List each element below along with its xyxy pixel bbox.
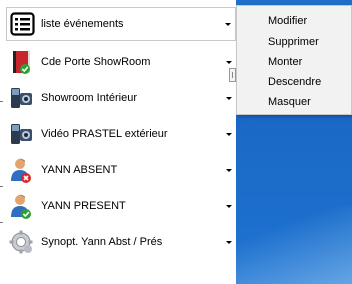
shortcut-list: liste événements Cde Porte ShowRoom Show… bbox=[0, 0, 236, 284]
chevron-down-icon[interactable] bbox=[226, 97, 232, 100]
list-tick bbox=[0, 222, 3, 223]
list-tick bbox=[0, 101, 3, 102]
chevron-down-icon[interactable] bbox=[226, 241, 232, 244]
camera-icon bbox=[9, 85, 35, 111]
chevron-down-icon[interactable] bbox=[226, 133, 232, 136]
camera-icon bbox=[9, 121, 35, 147]
menu-item-hide[interactable]: Masquer bbox=[268, 96, 311, 108]
door-icon bbox=[9, 49, 35, 75]
list-item-user-present[interactable]: YANN PRESENT bbox=[6, 189, 236, 223]
chevron-down-icon[interactable] bbox=[225, 23, 231, 26]
menu-item-modify[interactable]: Modifier bbox=[268, 15, 307, 27]
list-item-label: Synopt. Yann Abst / Prés bbox=[41, 236, 163, 248]
list-item-label: YANN PRESENT bbox=[41, 200, 126, 212]
list-item-label: YANN ABSENT bbox=[41, 164, 118, 176]
list-tick bbox=[0, 186, 3, 187]
list-item-label: Cde Porte ShowRoom bbox=[41, 56, 151, 68]
list-item-video-camera[interactable]: Vidéo PRASTEL extérieur bbox=[6, 117, 236, 151]
chevron-down-icon[interactable] bbox=[226, 205, 232, 208]
gear-icon bbox=[9, 229, 35, 255]
list-item-user-absent[interactable]: YANN ABSENT bbox=[6, 153, 236, 187]
desktop-glow bbox=[236, 205, 352, 284]
list-item-door[interactable]: Cde Porte ShowRoom bbox=[6, 45, 236, 79]
list-item-label: Showroom Intérieur bbox=[41, 92, 137, 104]
user-absent-icon bbox=[9, 157, 35, 183]
chevron-down-icon[interactable] bbox=[226, 61, 232, 64]
list-item-synoptic[interactable]: Synopt. Yann Abst / Prés bbox=[6, 225, 236, 259]
menu-item-delete[interactable]: Supprimer bbox=[268, 36, 319, 48]
list-item-label: Vidéo PRASTEL extérieur bbox=[41, 128, 168, 140]
user-present-icon bbox=[9, 193, 35, 219]
scroll-handle-grip bbox=[232, 72, 233, 78]
list-item-showroom-camera[interactable]: Showroom Intérieur bbox=[6, 81, 236, 115]
list-item-events[interactable]: liste événements bbox=[6, 7, 236, 41]
chevron-down-icon[interactable] bbox=[226, 169, 232, 172]
list-item-label: liste événements bbox=[41, 18, 124, 30]
context-menu: Modifier Supprimer Monter Descendre Masq… bbox=[236, 5, 352, 115]
list-icon bbox=[10, 12, 36, 38]
menu-item-move-up[interactable]: Monter bbox=[268, 56, 302, 68]
menu-item-move-down[interactable]: Descendre bbox=[268, 76, 321, 88]
